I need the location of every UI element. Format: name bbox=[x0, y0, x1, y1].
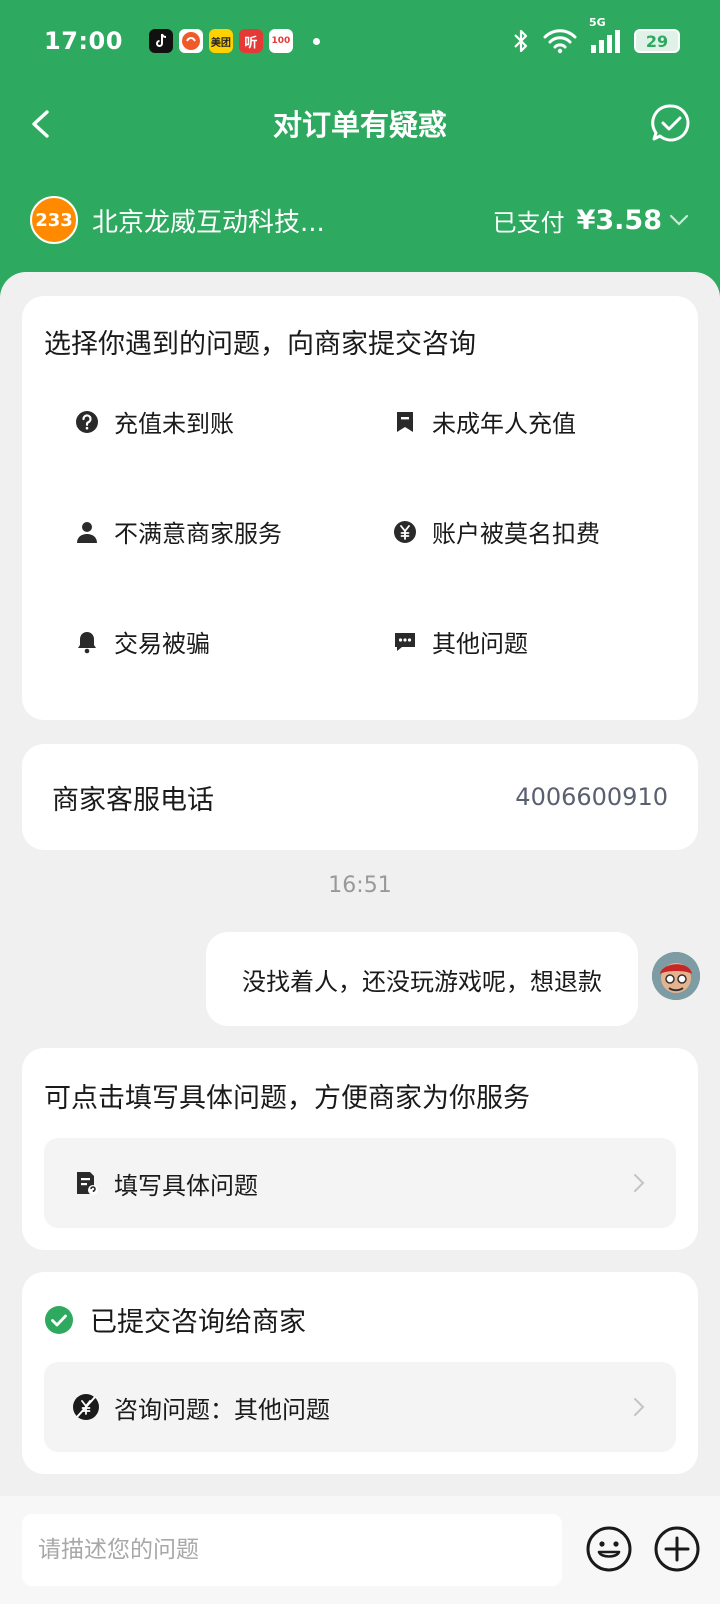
chat-timestamp: 16:51 bbox=[328, 873, 392, 898]
problem-option-recharge-missing[interactable]: 充值未到账 bbox=[74, 404, 234, 439]
fill-detail-label: 填写具体问题 bbox=[114, 1171, 258, 1200]
chevron-right-icon bbox=[634, 1398, 645, 1416]
problem-label: 其他问题 bbox=[432, 630, 528, 658]
network-type: 5G bbox=[589, 15, 606, 29]
yen-circle-icon bbox=[394, 520, 416, 543]
battery-indicator: 29 bbox=[634, 29, 680, 53]
signal-icon: 5G bbox=[589, 16, 620, 53]
fill-detail-card: 可点击填写具体问题，方便商家为你服务 填写具体问题 bbox=[22, 1048, 698, 1250]
hundred-icon: 100 bbox=[268, 29, 293, 53]
question-input[interactable] bbox=[22, 1514, 562, 1586]
chat-check-icon[interactable] bbox=[650, 102, 692, 144]
submitted-title-text: 已提交咨询给商家 bbox=[90, 1307, 306, 1338]
bell-icon bbox=[78, 631, 96, 653]
back-arrow-icon[interactable] bbox=[22, 104, 62, 144]
fill-card-title: 可点击填写具体问题，方便商家为你服务 bbox=[44, 1083, 530, 1114]
problem-label: 账户被莫名扣费 bbox=[432, 520, 600, 548]
plus-icon[interactable] bbox=[652, 1524, 702, 1574]
problem-label: 充值未到账 bbox=[114, 410, 234, 438]
phone-number[interactable]: 4006600910 bbox=[515, 783, 668, 811]
problem-option-scammed[interactable]: 交易被骗 bbox=[74, 624, 210, 659]
chat-dots-icon bbox=[395, 632, 415, 651]
user-avatar bbox=[652, 952, 700, 1000]
wifi-icon bbox=[543, 29, 577, 54]
nav-bar: 对订单有疑惑 bbox=[0, 86, 720, 160]
merchant-name: 北京龙威互动科技... bbox=[92, 207, 325, 238]
fill-detail-button[interactable]: 填写具体问题 bbox=[44, 1138, 676, 1228]
system-icons: 5G 29 bbox=[513, 16, 680, 54]
problem-option-unexpected-charge[interactable]: 账户被莫名扣费 bbox=[392, 514, 600, 549]
merchant-logo: 233 bbox=[30, 196, 78, 244]
user-message-bubble: 没找着人，还没玩游戏呢，想退款 bbox=[206, 932, 638, 1026]
problem-card-title: 选择你遇到的问题，向商家提交咨询 bbox=[44, 329, 476, 360]
check-circle-icon bbox=[45, 1305, 73, 1334]
eleme-icon bbox=[178, 29, 203, 53]
paid-label: 已支付 bbox=[492, 208, 565, 237]
consult-question-label: 咨询问题：其他问题 bbox=[114, 1395, 330, 1424]
merchant-row[interactable]: 233 北京龙威互动科技... 已支付 ¥3.58 bbox=[0, 190, 720, 250]
merchant-phone-card[interactable]: 商家客服电话 4006600910 bbox=[22, 744, 698, 850]
more-notifications-dot bbox=[312, 37, 320, 45]
chevron-down-icon bbox=[669, 214, 689, 226]
status-time: 17:00 bbox=[44, 27, 123, 55]
bottom-input-bar bbox=[0, 1496, 720, 1604]
status-bar: 17:00 美团 听 100 5G 29 bbox=[0, 0, 720, 82]
problem-option-unsatisfied-service[interactable]: 不满意商家服务 bbox=[74, 514, 282, 549]
notification-icons: 美团 听 100 bbox=[148, 29, 320, 53]
paid-amount: ¥3.58 bbox=[576, 204, 662, 236]
paid-summary[interactable]: 已支付 ¥3.58 bbox=[493, 203, 690, 238]
submitted-title: 已提交咨询给商家 bbox=[44, 1300, 306, 1339]
yen-slash-icon bbox=[73, 1394, 99, 1420]
document-edit-icon bbox=[77, 1172, 98, 1195]
problem-label: 交易被骗 bbox=[114, 630, 210, 658]
chevron-right-icon bbox=[634, 1174, 645, 1192]
problem-label: 不满意商家服务 bbox=[114, 520, 282, 548]
bluetooth-icon bbox=[514, 29, 528, 53]
problem-label: 未成年人充值 bbox=[432, 410, 576, 438]
bookmark-icon bbox=[397, 411, 413, 432]
submitted-consult-card: 已提交咨询给商家 咨询问题：其他问题 bbox=[22, 1272, 698, 1474]
problem-option-minor-recharge[interactable]: 未成年人充值 bbox=[392, 404, 576, 439]
phone-label: 商家客服电话 bbox=[52, 784, 214, 816]
question-circle-icon bbox=[76, 410, 98, 433]
meituan-icon: 美团 bbox=[208, 29, 233, 53]
consult-question-row[interactable]: 咨询问题：其他问题 bbox=[44, 1362, 676, 1452]
tiktok-icon bbox=[148, 29, 173, 53]
problem-option-other[interactable]: 其他问题 bbox=[392, 624, 528, 659]
emoji-icon[interactable] bbox=[584, 1524, 634, 1574]
problem-selection-card: 选择你遇到的问题，向商家提交咨询 充值未到账 未成年人充值 不满意商家服务 账户… bbox=[22, 296, 698, 720]
ting-icon: 听 bbox=[238, 29, 263, 53]
person-icon bbox=[77, 521, 97, 543]
page-title: 对订单有疑惑 bbox=[272, 108, 447, 142]
